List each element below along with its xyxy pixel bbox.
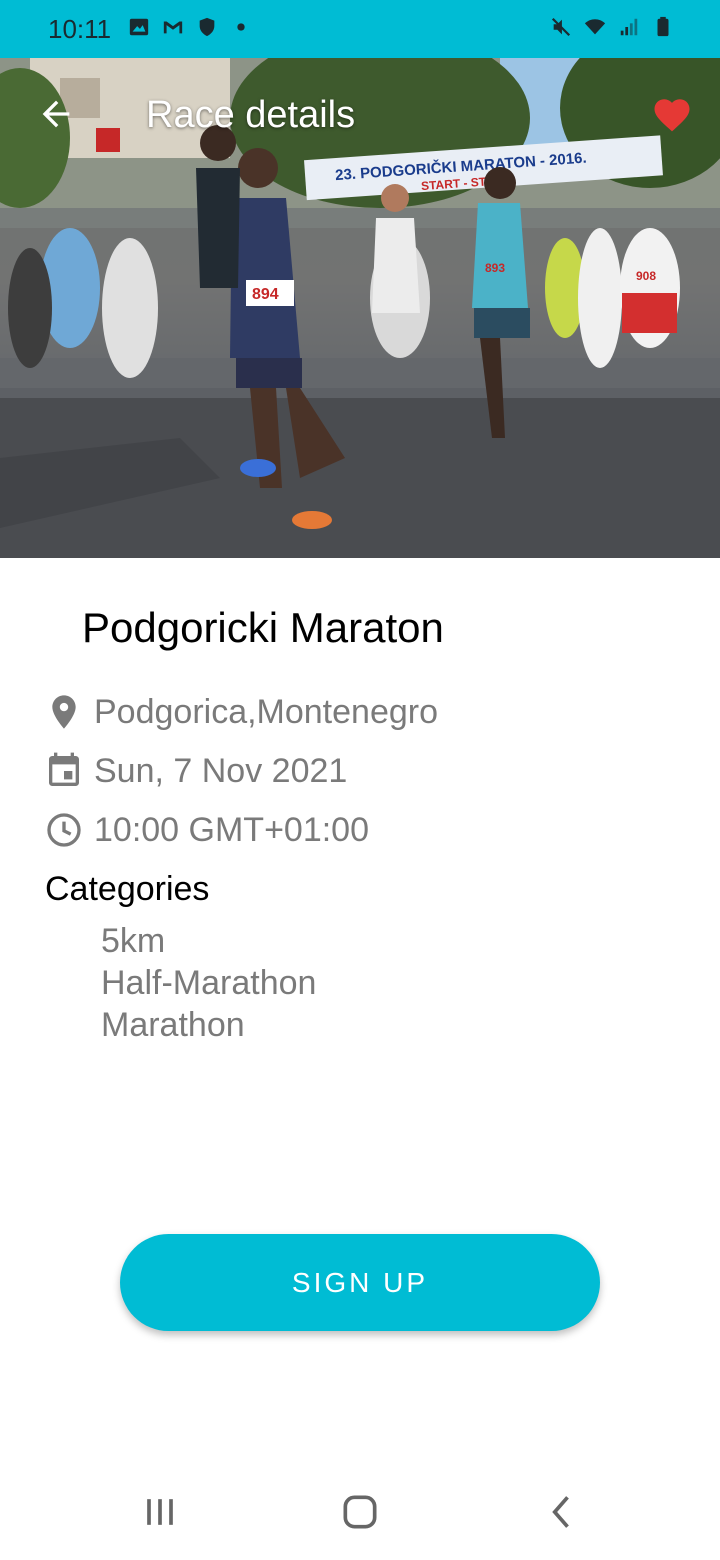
- battery-icon: [657, 16, 669, 37]
- runners-illustration: 23. PODGORIČKI MARATON - 2016. START - S…: [0, 58, 720, 558]
- recent-apps-icon[interactable]: [138, 1490, 182, 1534]
- categories-list: 5km Half-Marathon Marathon: [101, 920, 316, 1046]
- race-hero-image: 23. PODGORIČKI MARATON - 2016. START - S…: [0, 58, 720, 558]
- shield-icon: [199, 17, 215, 37]
- home-icon[interactable]: [338, 1490, 382, 1534]
- signal-icon: [620, 18, 638, 36]
- status-icons-left: [128, 16, 252, 38]
- heart-icon[interactable]: [650, 94, 694, 136]
- category-item: 5km: [101, 922, 166, 960]
- gmail-icon: [163, 21, 183, 34]
- status-bar: 10:11: [0, 0, 720, 58]
- wifi-icon: [584, 19, 606, 35]
- time-text: 10:00 GMT+01:00: [94, 810, 370, 849]
- date-text: Sun, 7 Nov 2021: [94, 751, 348, 790]
- location-text: Podgorica,Montenegro: [94, 692, 439, 731]
- categories-heading: Categories: [45, 870, 210, 908]
- arrow-back-icon[interactable]: [36, 94, 76, 134]
- date-row: Sun, 7 Nov 2021: [44, 751, 347, 791]
- status-time: 10:11: [48, 14, 112, 44]
- sign-up-button[interactable]: SIGN UP: [120, 1234, 600, 1331]
- dot-icon: [237, 23, 245, 31]
- category-item: Marathon: [101, 1006, 245, 1044]
- category-item: Half-Marathon: [101, 964, 317, 1002]
- bib-number-893: 893: [485, 261, 505, 275]
- bib-number-894: 894: [252, 286, 279, 303]
- mute-icon: [551, 17, 571, 37]
- clock-icon: [47, 813, 81, 847]
- calendar-icon: [49, 752, 79, 786]
- page-title: Race details: [146, 94, 356, 136]
- location-pin-icon: [52, 695, 76, 729]
- time-row: 10:00 GMT+01:00: [44, 810, 369, 850]
- race-name: Podgoricki Maraton: [82, 604, 444, 651]
- bib-number-908: 908: [636, 269, 656, 283]
- status-icons-right: [550, 16, 674, 38]
- navigation-bar: [0, 1470, 720, 1560]
- back-icon[interactable]: [540, 1490, 584, 1534]
- image-icon: [129, 18, 149, 36]
- location-row: Podgorica,Montenegro: [44, 692, 438, 732]
